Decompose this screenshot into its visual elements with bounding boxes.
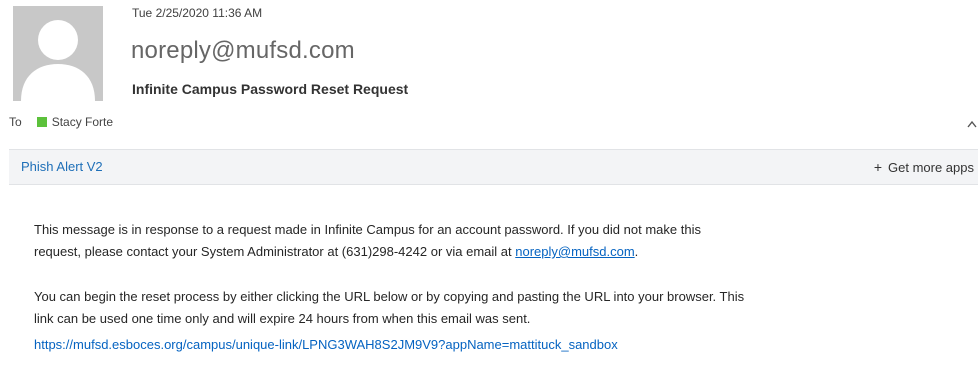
get-more-apps-button[interactable]: + Get more apps [874,159,974,175]
paragraph-1-period: . [634,244,639,259]
phish-alert-addin-button[interactable]: Phish Alert V2 [21,159,103,174]
message-paragraph-2: You can begin the reset process by eithe… [34,286,964,330]
email-subject: Infinite Campus Password Reset Request [132,81,409,97]
message-paragraph-1: This message is in response to a request… [34,219,964,263]
paragraph-2-line-1: You can begin the reset process by eithe… [34,289,745,304]
to-label: To [9,115,22,129]
sender-avatar[interactable] [13,6,103,101]
recipient-row: To Stacy Forte [9,115,113,129]
person-silhouette-icon [21,20,95,101]
admin-email-link[interactable]: noreply@mufsd.com [515,244,634,259]
paragraph-2-line-2: link can be used one time only and will … [34,311,531,326]
plus-icon: + [873,159,882,175]
addin-bar: Phish Alert V2 + Get more apps [9,149,978,185]
paragraph-1-line-2: request, please contact your System Admi… [34,241,964,263]
get-more-apps-label: Get more apps [888,160,974,175]
sent-date: Tue 2/25/2020 11:36 AM [132,6,263,20]
presence-status-icon [36,117,47,127]
sender-address[interactable]: noreply@mufsd.com [131,37,355,65]
recipient-name[interactable]: Stacy Forte [52,115,113,129]
paragraph-1-line-2-text: request, please contact your System Admi… [34,244,512,259]
reset-url-link[interactable]: https://mufsd.esboces.org/campus/unique-… [34,337,618,352]
collapse-header-icon[interactable] [966,118,978,130]
paragraph-1-line-1: This message is in response to a request… [34,222,701,237]
